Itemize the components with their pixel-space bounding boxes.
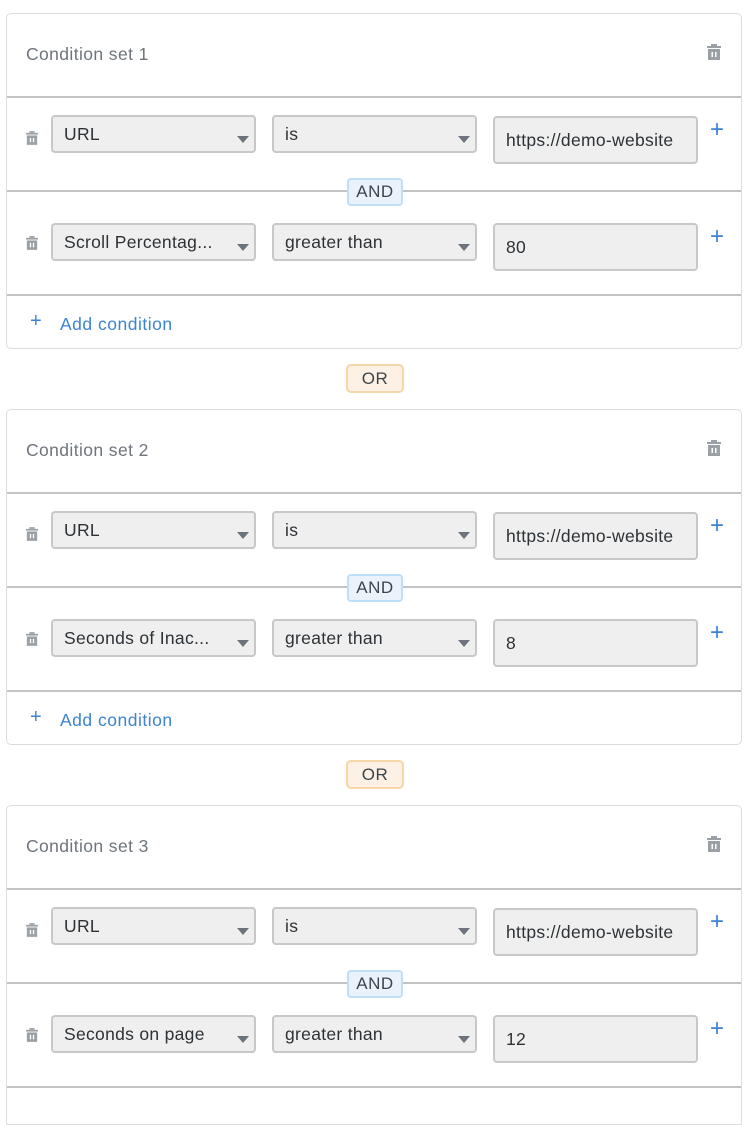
field-select-value: Scroll Percentag... [64, 232, 213, 252]
and-badge: AND [347, 970, 403, 998]
add-row-plus-icon[interactable]: + [710, 910, 724, 934]
add-condition-button[interactable]: + Add condition [7, 296, 741, 351]
operator-select[interactable]: greater than [272, 223, 477, 261]
condition-set-header: Condition set 1 [7, 14, 741, 98]
condition-set-title: Condition set 2 [26, 440, 149, 460]
caret-down-icon [237, 244, 249, 251]
caret-down-icon [458, 928, 470, 935]
delete-set-trash-icon[interactable] [707, 44, 721, 60]
delete-condition-trash-icon[interactable] [26, 131, 38, 145]
operator-select[interactable]: greater than [272, 619, 477, 657]
condition-row: Scroll Percentag... greater than + [7, 192, 741, 296]
add-condition-label: Add condition [60, 314, 173, 334]
caret-down-icon [458, 244, 470, 251]
and-badge: AND [347, 178, 403, 206]
condition-set-title: Condition set 1 [26, 44, 149, 64]
field-select-value: URL [64, 124, 100, 144]
field-select-value: Seconds on page [64, 1024, 205, 1044]
caret-down-icon [237, 136, 249, 143]
condition-set-3: Condition set 3 URL is + AND Seconds on … [6, 805, 742, 1125]
operator-select-value: is [285, 916, 299, 936]
delete-condition-trash-icon[interactable] [26, 236, 38, 250]
add-condition-label: Add condition [60, 710, 173, 730]
add-row-plus-icon[interactable]: + [710, 621, 724, 645]
operator-select-value: greater than [285, 232, 383, 252]
condition-set-1: Condition set 1 URL is + AND Scroll Perc… [6, 13, 742, 349]
add-row-plus-icon[interactable]: + [710, 514, 724, 538]
plus-icon: + [30, 706, 42, 728]
caret-down-icon [237, 928, 249, 935]
add-row-plus-icon[interactable]: + [710, 1017, 724, 1041]
delete-set-trash-icon[interactable] [707, 440, 721, 456]
operator-select-value: is [285, 124, 299, 144]
operator-select[interactable]: greater than [272, 1015, 477, 1053]
field-select-value: URL [64, 916, 100, 936]
delete-condition-trash-icon[interactable] [26, 632, 38, 646]
field-select-value: URL [64, 520, 100, 540]
caret-down-icon [458, 640, 470, 647]
field-select[interactable]: URL [51, 115, 256, 153]
operator-select[interactable]: is [272, 115, 477, 153]
value-input[interactable] [493, 1015, 698, 1063]
condition-row: URL is + AND [7, 890, 741, 998]
caret-down-icon [237, 532, 249, 539]
operator-select-value: greater than [285, 628, 383, 648]
delete-condition-trash-icon[interactable] [26, 923, 38, 937]
caret-down-icon [458, 1036, 470, 1043]
condition-row: Seconds of Inac... greater than + [7, 588, 741, 692]
value-input[interactable] [493, 908, 698, 956]
add-row-plus-icon[interactable]: + [710, 118, 724, 142]
operator-select[interactable]: is [272, 907, 477, 945]
field-select[interactable]: Seconds on page [51, 1015, 256, 1053]
delete-condition-trash-icon[interactable] [26, 527, 38, 541]
condition-set-title: Condition set 3 [26, 836, 149, 856]
operator-select-value: greater than [285, 1024, 383, 1044]
condition-row: URL is + AND [7, 98, 741, 206]
field-select[interactable]: URL [51, 907, 256, 945]
condition-set-header: Condition set 3 [7, 806, 741, 890]
delete-set-trash-icon[interactable] [707, 836, 721, 852]
operator-select[interactable]: is [272, 511, 477, 549]
and-badge: AND [347, 574, 403, 602]
caret-down-icon [458, 136, 470, 143]
condition-set-header: Condition set 2 [7, 410, 741, 494]
caret-down-icon [237, 640, 249, 647]
caret-down-icon [237, 1036, 249, 1043]
field-select[interactable]: Scroll Percentag... [51, 223, 256, 261]
caret-down-icon [458, 532, 470, 539]
value-input[interactable] [493, 223, 698, 271]
condition-set-2: Condition set 2 URL is + AND Seconds of … [6, 409, 742, 745]
plus-icon: + [30, 310, 42, 332]
or-badge: OR [346, 760, 404, 789]
delete-condition-trash-icon[interactable] [26, 1028, 38, 1042]
field-select-value: Seconds of Inac... [64, 628, 210, 648]
add-condition-button[interactable]: + Add condition [7, 692, 741, 747]
operator-select-value: is [285, 520, 299, 540]
or-badge: OR [346, 364, 404, 393]
condition-row: Seconds on page greater than + [7, 984, 741, 1088]
value-input[interactable] [493, 512, 698, 560]
value-input[interactable] [493, 619, 698, 667]
field-select[interactable]: URL [51, 511, 256, 549]
add-row-plus-icon[interactable]: + [710, 225, 724, 249]
value-input[interactable] [493, 116, 698, 164]
condition-row: URL is + AND [7, 494, 741, 602]
field-select[interactable]: Seconds of Inac... [51, 619, 256, 657]
